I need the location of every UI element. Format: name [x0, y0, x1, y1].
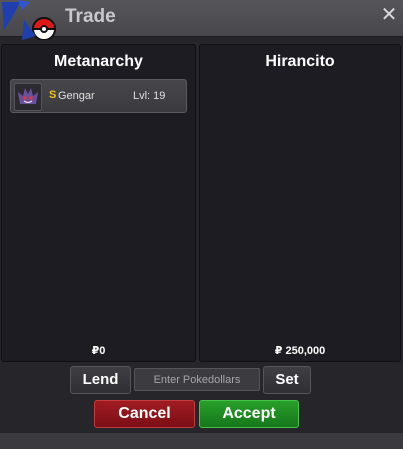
partner-offer-panel: Hirancito ₽ 250,000	[199, 44, 401, 362]
bottom-strip	[0, 433, 403, 449]
my-money-offer: ₽0	[91, 345, 106, 357]
trade-window: Trade ✕ Metanarchy S Gengar Lvl: 19 ₽0 H…	[0, 0, 403, 449]
trade-item-slot[interactable]: S Gengar Lvl: 19	[10, 79, 187, 113]
pokemon-name: Gengar	[58, 90, 95, 102]
cancel-button[interactable]: Cancel	[94, 400, 195, 428]
my-offer-panel: Metanarchy S Gengar Lvl: 19 ₽0	[1, 44, 196, 362]
accept-button[interactable]: Accept	[199, 400, 299, 428]
pokedollar-input[interactable]: Enter Pokedollars	[134, 368, 260, 391]
close-button[interactable]: ✕	[380, 5, 398, 25]
my-player-name: Metanarchy	[54, 53, 143, 70]
pokeball-logo-icon	[2, 0, 57, 40]
set-button[interactable]: Set	[263, 366, 311, 394]
window-title: Trade	[65, 6, 116, 27]
title-bar[interactable]: Trade ✕	[0, 0, 403, 37]
shiny-badge: S	[49, 89, 57, 101]
lend-button[interactable]: Lend	[70, 366, 131, 394]
gengar-sprite-icon	[14, 83, 42, 111]
pokemon-level: Lvl: 19	[133, 90, 166, 102]
partner-player-name: Hirancito	[265, 53, 335, 70]
partner-money-offer: ₽ 250,000	[274, 345, 326, 357]
